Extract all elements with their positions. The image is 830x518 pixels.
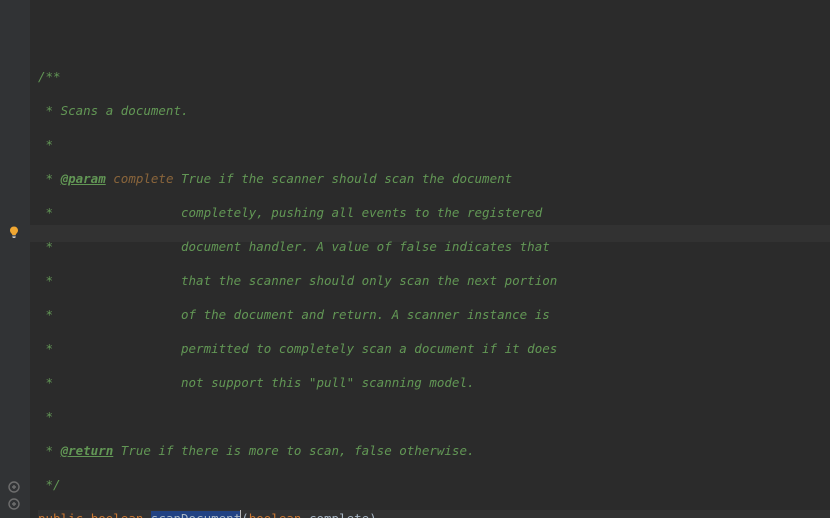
doc-line: * [38,171,61,186]
doc-line: * [38,375,181,390]
implements-marker-icon[interactable] [7,480,21,494]
code-editor[interactable]: /** * Scans a document. * * @param compl… [0,0,830,518]
doc-line: * [38,341,181,356]
doc-param-name: complete [113,171,173,186]
doc-line: * [38,239,181,254]
doc-param-tag: @param [61,171,106,186]
doc-return-tag: @return [61,443,114,458]
doc-line: * [38,307,181,322]
bulb-icon[interactable] [7,225,21,239]
doc-line: * [38,443,61,458]
gutter [0,0,30,518]
doc-close: */ [38,477,61,492]
code-area[interactable]: /** * Scans a document. * * @param compl… [30,0,830,518]
implements-marker-icon[interactable] [7,497,21,511]
method-name: scanDocument [151,511,241,518]
doc-line: * [38,409,53,424]
keyword-boolean: boolean [91,511,144,518]
doc-open: /** [38,69,61,84]
doc-line: * Scans a document. [38,103,189,118]
keyword-public: public [38,511,83,518]
doc-line: * [38,205,181,220]
doc-param-desc: True if the scanner should scan the docu… [181,171,512,186]
doc-line: * [38,137,53,152]
doc-return-desc: True if there is more to scan, false oth… [121,443,475,458]
doc-line: * [38,273,181,288]
